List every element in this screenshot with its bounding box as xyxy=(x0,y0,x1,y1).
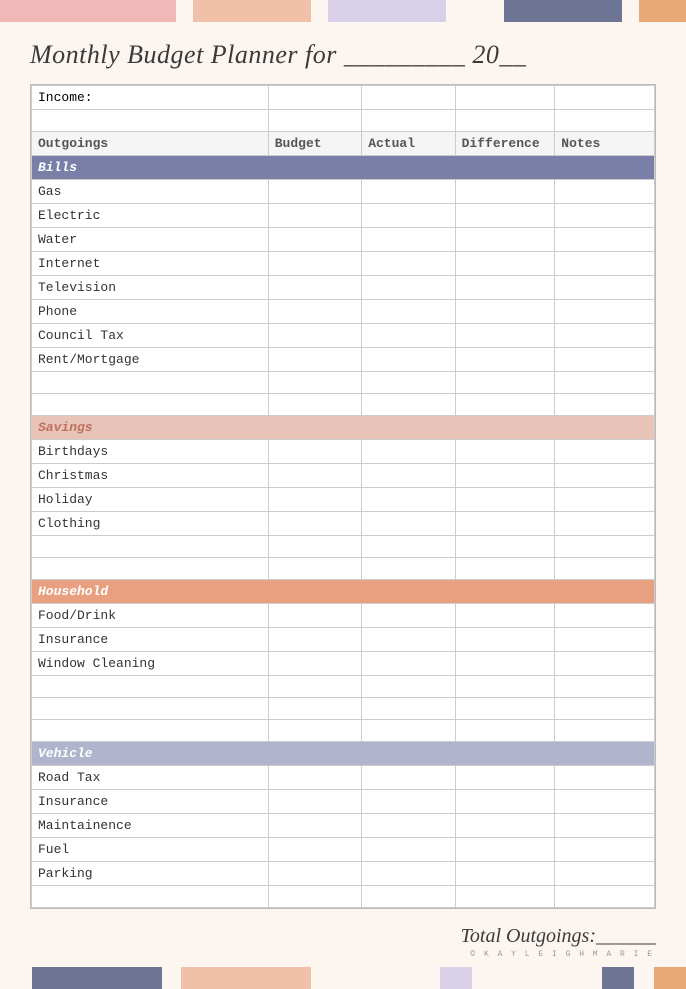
income-notes xyxy=(555,86,655,110)
column-header-row: Outgoings Budget Actual Difference Notes xyxy=(32,132,655,156)
table-row: Birthdays xyxy=(32,440,655,464)
table-row: Television xyxy=(32,276,655,300)
bottom-bar xyxy=(0,967,686,989)
vehicle-parking: Parking xyxy=(32,862,269,886)
top-bar-gap1 xyxy=(176,0,194,22)
empty-row-1 xyxy=(32,110,655,132)
bot-gap2 xyxy=(311,967,440,989)
vehicle-insurance: Insurance xyxy=(32,790,269,814)
savings-header-row: Savings xyxy=(32,416,655,440)
bills-water: Water xyxy=(32,228,269,252)
empty-row-bills-1 xyxy=(32,372,655,394)
table-row: Parking xyxy=(32,862,655,886)
bot-gap4 xyxy=(634,967,653,989)
top-bar-gap3 xyxy=(446,0,505,22)
table-row: Food/Drink xyxy=(32,604,655,628)
bills-internet: Internet xyxy=(32,252,269,276)
top-bar-seg3 xyxy=(328,0,445,22)
col-header-budget: Budget xyxy=(268,132,361,156)
watermark: © K A Y L E I G H M A R I E xyxy=(0,950,686,959)
bills-gas: Gas xyxy=(32,180,269,204)
vehicle-header-label: Vehicle xyxy=(32,742,655,766)
savings-christmas: Christmas xyxy=(32,464,269,488)
empty-row-vehicle-1 xyxy=(32,886,655,908)
table-row: Gas xyxy=(32,180,655,204)
empty-row-bills-2 xyxy=(32,394,655,416)
table-row: Road Tax xyxy=(32,766,655,790)
bot-seg1 xyxy=(32,967,161,989)
bot-seg2 xyxy=(181,967,310,989)
col-header-difference: Difference xyxy=(455,132,555,156)
table-row: Insurance xyxy=(32,790,655,814)
bills-television: Television xyxy=(32,276,269,300)
top-bar-seg2 xyxy=(193,0,310,22)
col-header-actual: Actual xyxy=(362,132,455,156)
top-bar xyxy=(0,0,686,22)
savings-clothing: Clothing xyxy=(32,512,269,536)
bot-seg3 xyxy=(440,967,472,989)
table-row: Clothing xyxy=(32,512,655,536)
bot-gap3 xyxy=(472,967,601,989)
page-title: Monthly Budget Planner for _________ 20_… xyxy=(0,22,686,84)
income-difference xyxy=(455,86,555,110)
empty-row-savings-1 xyxy=(32,536,655,558)
empty-row-household-2 xyxy=(32,698,655,720)
total-outgoings-label: Total Outgoings:______ xyxy=(461,925,656,947)
budget-table: Income: Outgoings Budget Actual Differen… xyxy=(31,85,655,908)
table-row: Window Cleaning xyxy=(32,652,655,676)
bot-seg4 xyxy=(602,967,634,989)
income-actual xyxy=(362,86,455,110)
bills-electric: Electric xyxy=(32,204,269,228)
bills-header-row: Bills xyxy=(32,156,655,180)
table-row: Rent/Mortgage xyxy=(32,348,655,372)
empty-row-household-3 xyxy=(32,720,655,742)
vehicle-maintainence: Maintainence xyxy=(32,814,269,838)
income-row: Income: xyxy=(32,86,655,110)
table-row: Maintainence xyxy=(32,814,655,838)
household-header-row: Household xyxy=(32,580,655,604)
table-row: Council Tax xyxy=(32,324,655,348)
household-window-cleaning: Window Cleaning xyxy=(32,652,269,676)
household-insurance: Insurance xyxy=(32,628,269,652)
bot-seg5 xyxy=(654,967,686,989)
vehicle-header-row: Vehicle xyxy=(32,742,655,766)
empty-row-household-1 xyxy=(32,676,655,698)
top-bar-seg5 xyxy=(639,0,686,22)
household-food: Food/Drink xyxy=(32,604,269,628)
bills-council-tax: Council Tax xyxy=(32,324,269,348)
col-header-notes: Notes xyxy=(555,132,655,156)
bills-header-label: Bills xyxy=(32,156,655,180)
bills-phone: Phone xyxy=(32,300,269,324)
table-row: Electric xyxy=(32,204,655,228)
savings-holiday: Holiday xyxy=(32,488,269,512)
empty-row-savings-2 xyxy=(32,558,655,580)
income-budget xyxy=(268,86,361,110)
table-row: Christmas xyxy=(32,464,655,488)
table-row: Internet xyxy=(32,252,655,276)
top-bar-gap2 xyxy=(311,0,329,22)
table-row: Fuel xyxy=(32,838,655,862)
vehicle-fuel: Fuel xyxy=(32,838,269,862)
bot-gap0 xyxy=(0,967,32,989)
vehicle-road-tax: Road Tax xyxy=(32,766,269,790)
table-row: Water xyxy=(32,228,655,252)
top-bar-gap4 xyxy=(622,0,640,22)
bot-gap1 xyxy=(162,967,181,989)
table-row: Holiday xyxy=(32,488,655,512)
savings-birthdays: Birthdays xyxy=(32,440,269,464)
bills-rent: Rent/Mortgage xyxy=(32,348,269,372)
top-bar-seg1 xyxy=(0,0,176,22)
income-label: Income: xyxy=(32,86,269,110)
table-row: Insurance xyxy=(32,628,655,652)
household-header-label: Household xyxy=(32,580,655,604)
col-header-outgoings: Outgoings xyxy=(32,132,269,156)
total-outgoings-area: Total Outgoings:______ xyxy=(0,919,686,952)
table-row: Phone xyxy=(32,300,655,324)
savings-header-label: Savings xyxy=(32,416,655,440)
top-bar-seg4 xyxy=(504,0,621,22)
planner-container: Income: Outgoings Budget Actual Differen… xyxy=(30,84,656,909)
